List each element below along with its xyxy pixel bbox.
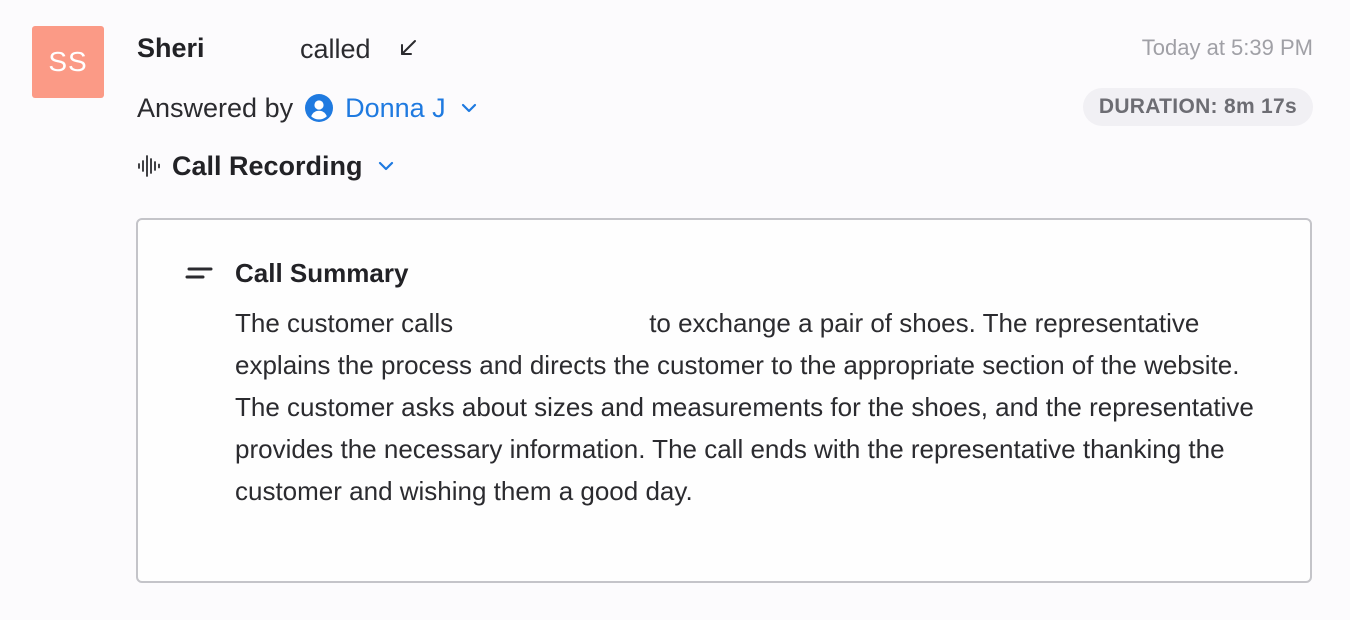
call-summary-card: Call Summary The customer calls to exchan… <box>136 218 1312 583</box>
call-summary-text: The customer calls to exchange a pair of … <box>235 302 1275 512</box>
call-log-entry: SS Sheri called Today at 5:39 PM Answere… <box>0 0 1350 620</box>
agent-name-link[interactable]: Donna J <box>345 93 446 124</box>
duration-badge: DURATION: 8m 17s <box>1082 88 1313 126</box>
call-summary-title: Call Summary <box>235 258 409 288</box>
chevron-down-icon[interactable] <box>460 99 478 117</box>
user-circle-icon <box>305 94 334 122</box>
arrow-down-left-icon <box>401 40 416 55</box>
call-action-text: called <box>300 34 371 64</box>
call-recording-toggle[interactable]: Call Recording <box>137 146 395 186</box>
call-recording-label: Call Recording <box>172 150 363 181</box>
answered-by-label: Answered by <box>137 92 294 123</box>
call-timestamp: Today at 5:39 PM <box>1141 35 1313 60</box>
answered-by-row: Answered by Donna J <box>137 88 478 128</box>
summary-text-start: The customer calls <box>235 308 454 338</box>
caller-name[interactable]: Sheri <box>137 30 205 66</box>
caller-avatar: SS <box>32 26 104 98</box>
text-lines-icon <box>185 267 213 279</box>
audio-waveform-icon <box>138 155 160 177</box>
chevron-down-icon[interactable] <box>377 157 395 175</box>
